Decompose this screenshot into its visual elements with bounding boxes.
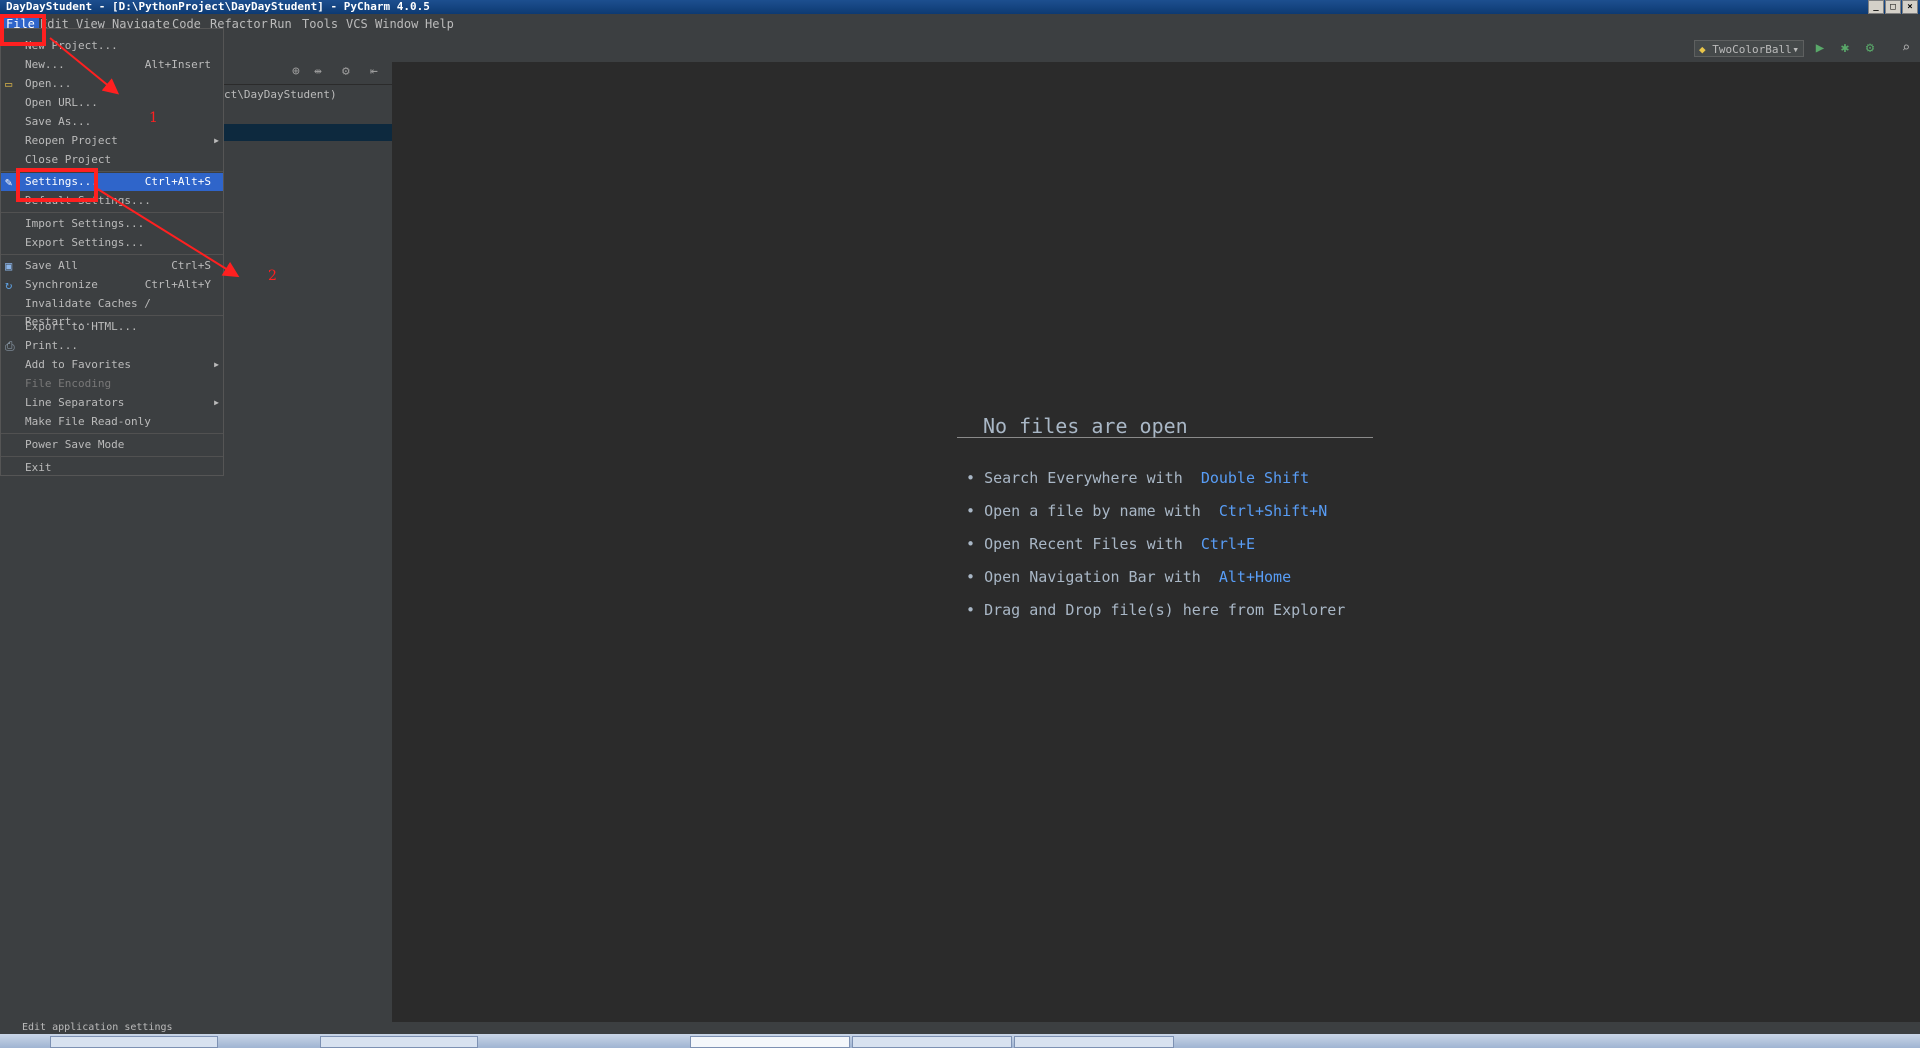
- menu-item-exit[interactable]: Exit: [1, 459, 223, 477]
- hint-search-everywhere: • Search Everywhere with Double Shift: [966, 469, 1310, 487]
- arrow-step-1: [49, 37, 120, 95]
- menu-item-add-to-favorites[interactable]: Add to Favorites ▶: [1, 356, 223, 374]
- status-bar: Edit application settings: [0, 1022, 1920, 1034]
- taskbar-item[interactable]: [320, 1036, 478, 1048]
- menu-item-invalidate-caches[interactable]: Invalidate Caches / Restart...: [1, 295, 223, 328]
- taskbar-item[interactable]: [50, 1036, 218, 1048]
- menu-item-file-encoding: File Encoding: [25, 377, 112, 390]
- main-toolbar: [0, 36, 1920, 63]
- menu-bar: File Edit View Navigate Code Refactor Ru…: [0, 14, 1920, 36]
- hint-recent-files: • Open Recent Files with Ctrl+E: [966, 535, 1255, 553]
- run-icon[interactable]: ▶: [1812, 40, 1828, 56]
- taskbar-item-active[interactable]: [690, 1036, 850, 1048]
- menu-item-line-separators[interactable]: Line Separators ▶: [1, 394, 223, 412]
- hint-open-file: • Open a file by name with Ctrl+Shift+N: [966, 502, 1328, 520]
- hide-panel-icon[interactable]: ⇤: [370, 64, 378, 79]
- menu-item-export-html[interactable]: Export to HTML...: [1, 318, 223, 336]
- menu-vcs[interactable]: VCS: [346, 17, 368, 31]
- locate-icon[interactable]: ⊕: [292, 64, 300, 79]
- menu-item-power-save-mode[interactable]: Power Save Mode: [1, 436, 223, 454]
- status-text: Edit application settings: [22, 1022, 173, 1033]
- annotation-step-2: 2: [268, 268, 277, 284]
- annotation-step-1: 1: [149, 110, 158, 126]
- taskbar-item[interactable]: [1014, 1036, 1174, 1048]
- window-controls: _ □ ×: [1868, 0, 1918, 14]
- menu-window[interactable]: Window: [375, 17, 418, 31]
- printer-icon: ⎙: [5, 339, 15, 353]
- menu-tools[interactable]: Tools: [302, 17, 338, 31]
- hint-drag-drop: • Drag and Drop file(s) here from Explor…: [966, 601, 1346, 619]
- menu-help[interactable]: Help: [425, 17, 454, 31]
- collapse-icon[interactable]: ⇹: [314, 64, 322, 79]
- arrow-step-2: [95, 187, 240, 278]
- menu-separator: [1, 315, 223, 316]
- menu-separator: [1, 433, 223, 434]
- window-titlebar: DayDayStudent - [D:\PythonProject\DayDay…: [0, 0, 1920, 14]
- maximize-button[interactable]: □: [1885, 0, 1901, 14]
- search-icon[interactable]: ⌕: [1898, 40, 1914, 56]
- hint-navigation-bar: • Open Navigation Bar with Alt+Home: [966, 568, 1292, 586]
- gear-icon[interactable]: ⚙: [342, 64, 350, 79]
- minimize-button[interactable]: _: [1868, 0, 1884, 14]
- annotation-arrows: [49, 37, 240, 278]
- taskbar-item[interactable]: [852, 1036, 1012, 1048]
- menu-item-print[interactable]: ⎙ Print...: [1, 337, 223, 355]
- submenu-arrow-icon: ▶: [214, 360, 219, 369]
- no-files-title: No files are open: [957, 414, 1373, 438]
- menu-run[interactable]: Run: [270, 17, 292, 31]
- coverage-icon[interactable]: ⚙: [1862, 40, 1878, 56]
- chevron-down-icon: ▾: [1792, 43, 1799, 56]
- run-config-label: TwoColorBall: [1712, 43, 1792, 56]
- os-taskbar: [0, 1034, 1920, 1048]
- menu-separator: [1, 456, 223, 457]
- menu-item-make-read-only[interactable]: Make File Read-only: [1, 413, 223, 431]
- debug-icon[interactable]: ✱: [1837, 40, 1853, 56]
- close-button[interactable]: ×: [1902, 0, 1918, 14]
- python-icon: ◆: [1699, 43, 1706, 56]
- submenu-arrow-icon: ▶: [214, 398, 219, 407]
- run-configuration-select[interactable]: ◆ TwoColorBall ▾: [1694, 40, 1804, 57]
